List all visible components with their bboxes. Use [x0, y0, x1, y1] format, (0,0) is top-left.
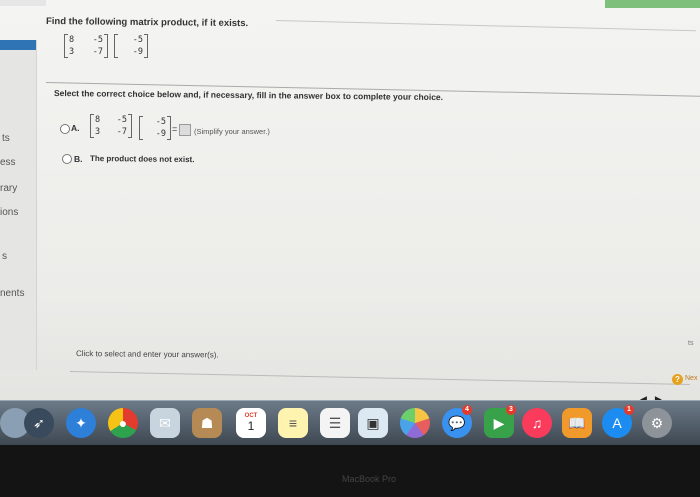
option-a-label[interactable]: A. — [71, 123, 80, 133]
sidebar-item-4[interactable]: ions — [0, 207, 18, 218]
option-b-text[interactable]: The product does not exist. — [90, 154, 195, 164]
question-matrix-a: 8 -5 3 -7 — [64, 34, 108, 58]
laptop-bezel-label: MacBook Pro — [342, 474, 397, 484]
books-icon[interactable]: 📖 — [562, 408, 592, 438]
matrix-cell: -9 — [155, 129, 166, 139]
system-preferences-gear-icon[interactable]: ⚙ — [642, 408, 672, 438]
sidebar — [0, 40, 37, 370]
calendar-icon[interactable]: OCT 1 — [236, 408, 266, 438]
option-b-radio[interactable] — [62, 154, 72, 164]
option-b-label[interactable]: B. — [74, 154, 83, 164]
click-instruction: Click to select and enter your answer(s)… — [75, 349, 219, 360]
matrix-cell: -5 — [92, 35, 103, 45]
top-strip — [0, 0, 46, 6]
matrix-cell: -9 — [132, 47, 143, 57]
sidebar-item-3[interactable]: rary — [0, 183, 17, 194]
matrix-row: -5 — [115, 34, 147, 46]
matrix-row: 8 -5 — [91, 114, 131, 126]
matrix-cell: 3 — [95, 127, 101, 137]
calendar-day: 1 — [247, 419, 255, 433]
matrix-row: -5 — [140, 116, 170, 128]
reminders-icon[interactable]: ☰ — [320, 408, 350, 438]
sidebar-item-2[interactable]: ess — [0, 157, 16, 168]
matrix-cell: -5 — [116, 115, 127, 125]
equals-sign: = — [172, 124, 178, 134]
chrome-icon[interactable]: ● — [108, 408, 138, 438]
preview-icon[interactable]: ▣ — [358, 408, 388, 438]
matrix-row: 8 -5 — [65, 34, 107, 46]
question-title: Find the following matrix product, if it… — [45, 16, 249, 30]
answer-input[interactable] — [179, 124, 191, 136]
matrix-cell: 8 — [95, 115, 101, 125]
help-icon[interactable]: ? — [672, 374, 683, 385]
matrix-row: -9 — [115, 46, 147, 58]
matrix-cell: -7 — [116, 127, 127, 137]
messages-badge: 4 — [462, 405, 472, 415]
matrix-cell: -5 — [132, 35, 143, 45]
header-divider — [275, 20, 696, 32]
sidebar-item-1[interactable]: ts — [2, 133, 10, 144]
matrix-row: 3 -7 — [65, 46, 107, 58]
matrix-cell: -7 — [92, 47, 103, 57]
matrix-cell: 8 — [69, 35, 75, 45]
right-edge-label: ts — [688, 340, 694, 347]
contacts-icon[interactable]: ☗ — [192, 408, 222, 438]
question-matrix-b: -5 -9 — [114, 34, 148, 58]
matrix-cell: 3 — [69, 47, 75, 57]
matrix-row: 3 -7 — [91, 126, 131, 138]
next-button[interactable]: Nex — [685, 375, 697, 382]
notes-icon[interactable]: ≡ — [278, 408, 308, 438]
option-a-matrix-b: -5 -9 — [139, 116, 171, 140]
safari-compass-icon[interactable]: ✦ — [66, 408, 96, 438]
dock — [0, 400, 700, 445]
option-a-radio[interactable] — [60, 124, 70, 134]
matrix-row: -9 — [140, 128, 170, 140]
mail-stamp-icon[interactable]: ✉ — [150, 408, 180, 438]
photos-icon[interactable] — [400, 408, 430, 438]
sidebar-item-5[interactable]: s — [2, 251, 7, 262]
option-a-matrix-a: 8 -5 3 -7 — [90, 114, 132, 138]
simplify-hint: (Simplify your answer.) — [194, 127, 270, 136]
launchpad-rocket-icon[interactable]: ➶ — [24, 408, 54, 438]
sidebar-item-6[interactable]: nents — [0, 288, 24, 299]
matrix-cell: -5 — [155, 117, 166, 127]
browser-viewport: ts ess rary ions s nents Find the follow… — [0, 0, 700, 420]
music-note-icon[interactable]: ♫ — [522, 408, 552, 438]
top-green-tab[interactable] — [605, 0, 700, 8]
question-panel: Find the following matrix product, if it… — [36, 8, 700, 388]
sidebar-active-bar[interactable] — [0, 40, 36, 50]
appstore-badge: 1 — [624, 405, 634, 415]
facetime-badge: 3 — [506, 405, 516, 415]
